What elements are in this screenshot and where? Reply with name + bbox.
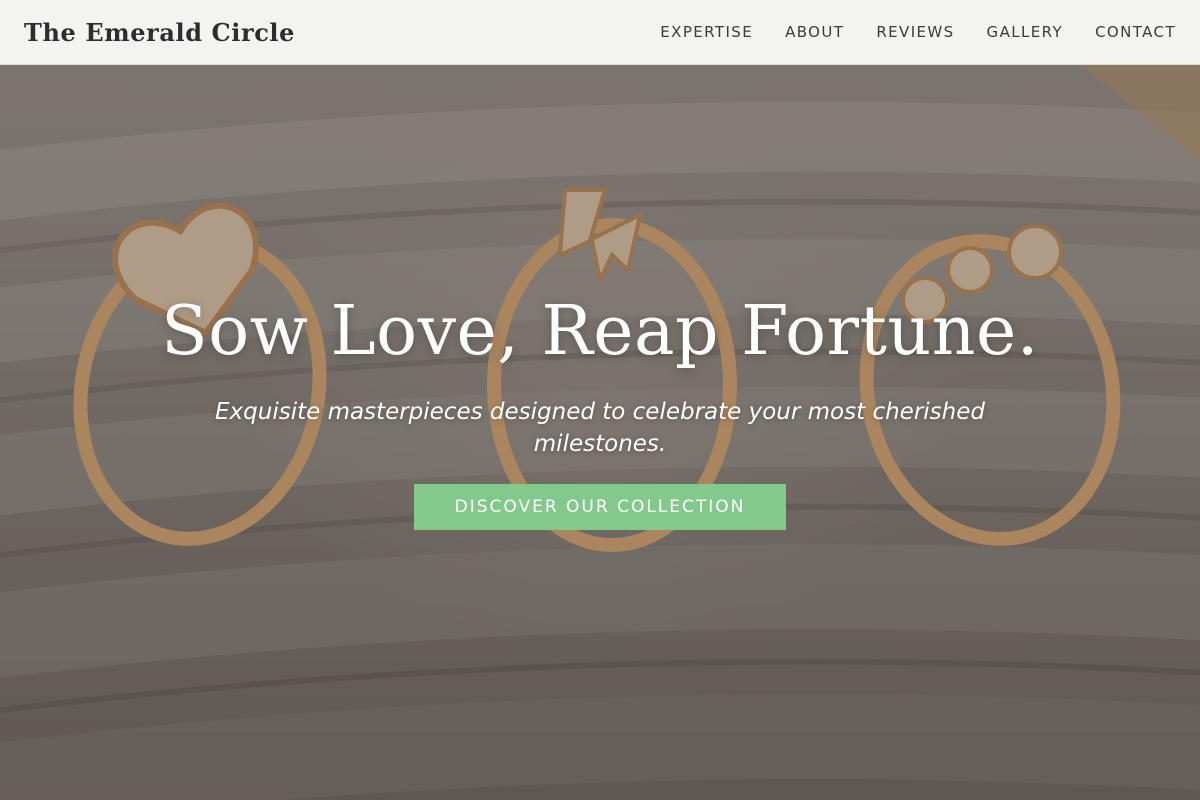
nav-link-gallery[interactable]: GALLERY (987, 23, 1064, 41)
nav-link-about[interactable]: ABOUT (785, 23, 844, 41)
top-navbar: The Emerald Circle EXPERTISE ABOUT REVIE… (0, 0, 1200, 65)
main-nav: EXPERTISE ABOUT REVIEWS GALLERY CONTACT (660, 23, 1176, 41)
hero-content: Sow Love, Reap Fortune. Exquisite master… (0, 282, 1200, 530)
nav-link-expertise[interactable]: EXPERTISE (660, 23, 753, 41)
nav-link-reviews[interactable]: REVIEWS (876, 23, 954, 41)
hero-headline: Sow Love, Reap Fortune. (161, 292, 1039, 371)
discover-collection-button[interactable]: DISCOVER OUR COLLECTION (414, 484, 786, 530)
nav-link-contact[interactable]: CONTACT (1095, 23, 1176, 41)
brand-logo-text[interactable]: The Emerald Circle (24, 18, 295, 47)
hero-subheadline: Exquisite masterpieces designed to celeb… (215, 399, 985, 457)
